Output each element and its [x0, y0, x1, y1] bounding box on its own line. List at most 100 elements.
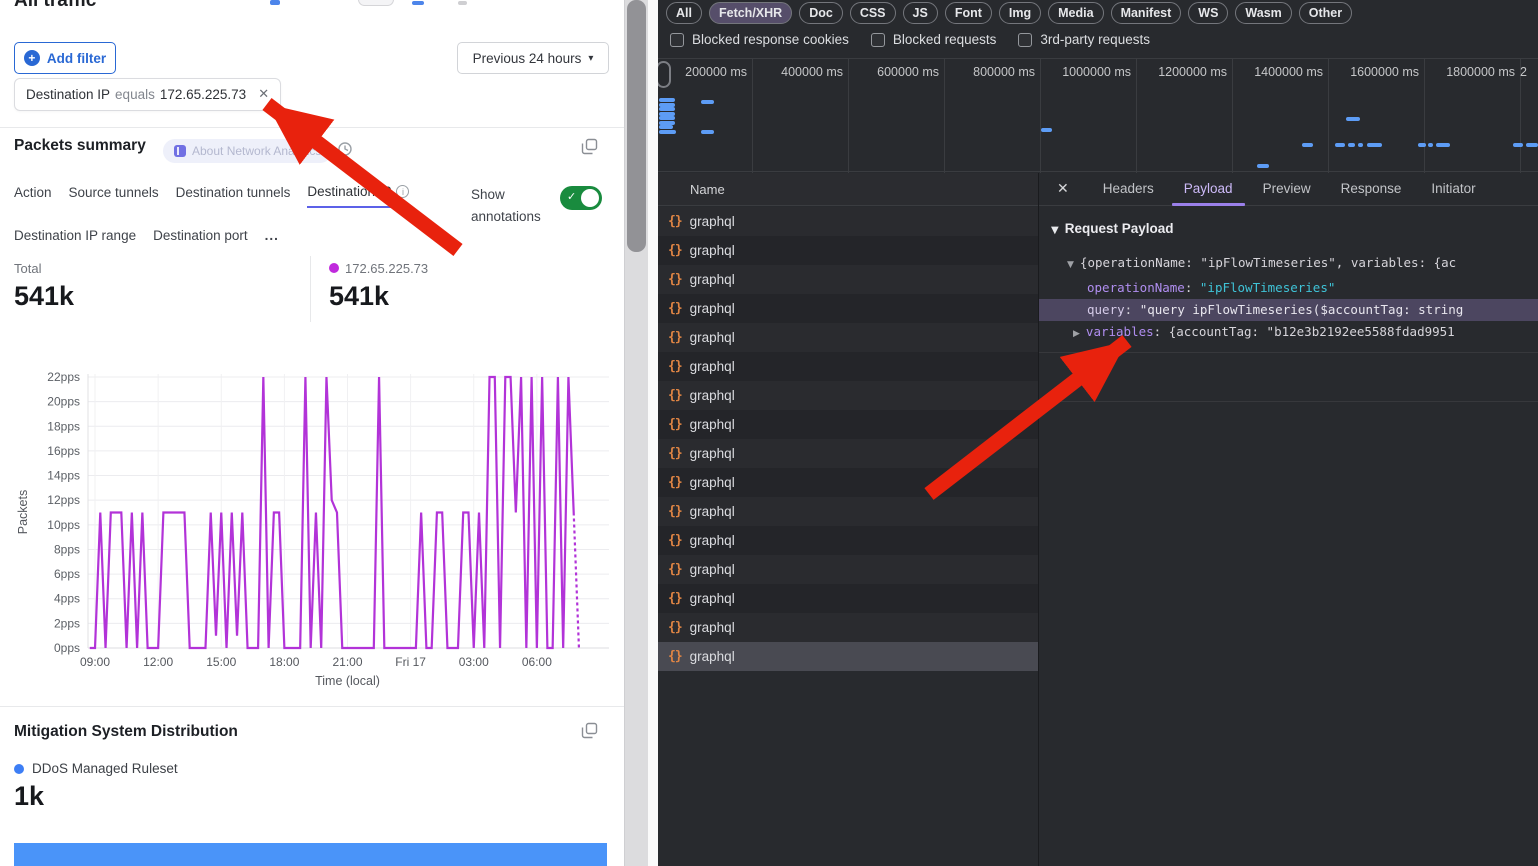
json-braces-icon: {} — [668, 504, 682, 519]
request-row[interactable]: {}graphql — [658, 352, 1038, 381]
tab-label: Source tunnels — [69, 185, 159, 200]
timeline-gridline — [1136, 59, 1137, 173]
expand-icon[interactable]: ▶ — [1073, 329, 1080, 339]
show-annotations-toggle[interactable]: ✓ — [560, 186, 602, 210]
payload-variables-row[interactable]: ▶variables: {accountTag: "b12e3b2192ee55… — [1039, 321, 1538, 345]
svg-text:4pps: 4pps — [54, 592, 80, 606]
packets-tabs-row2: Destination IP range Destination port... — [14, 228, 279, 250]
clipped-header-icon — [458, 1, 467, 5]
request-row[interactable]: {}graphql — [658, 410, 1038, 439]
detail-tab-payload[interactable]: Payload — [1184, 173, 1233, 206]
payload-preview-row[interactable]: ▼{operationName: "ipFlowTimeseries", var… — [1039, 252, 1538, 276]
collapse-icon[interactable]: ▼ — [1067, 260, 1074, 270]
filter-pill-css[interactable]: CSS — [850, 2, 896, 24]
request-row[interactable]: {}graphql — [658, 236, 1038, 265]
copy-icon[interactable] — [581, 138, 598, 155]
waterfall-bar — [1358, 143, 1363, 147]
json-braces-icon: {} — [668, 591, 682, 606]
request-row[interactable]: {}graphql — [658, 584, 1038, 613]
checkbox-3rd-party-requests[interactable]: 3rd-party requests — [1018, 32, 1150, 47]
request-row[interactable]: {}graphql — [658, 323, 1038, 352]
filter-pill-img[interactable]: Img — [999, 2, 1041, 24]
scrollbar-track[interactable] — [624, 0, 648, 866]
request-name: graphql — [690, 446, 735, 461]
filter-pill-wasm[interactable]: Wasm — [1235, 2, 1291, 24]
time-range-dropdown[interactable]: Previous 24 hours ▾ — [457, 42, 609, 74]
tab-destination-ip-range[interactable]: Destination IP range — [14, 228, 136, 250]
checkbox-box[interactable] — [670, 33, 684, 47]
filter-pill-all[interactable]: All — [666, 2, 702, 24]
add-filter-button[interactable]: + Add filter — [14, 42, 116, 74]
waterfall-bar — [659, 107, 675, 111]
payload-string-value: "ipFlowTimeseries" — [1200, 280, 1335, 295]
detail-tab-preview[interactable]: Preview — [1263, 173, 1311, 206]
name-column-header[interactable]: Name — [658, 173, 1038, 206]
filter-chip[interactable]: Destination IP equals 172.65.225.73 ✕ — [14, 78, 281, 111]
about-network-analytics-badge[interactable]: About Network Analytics — [163, 139, 332, 163]
packets-timeseries-chart: 0pps2pps4pps6pps8pps10pps12pps14pps16pps… — [0, 352, 624, 700]
request-row[interactable]: {}graphql — [658, 555, 1038, 584]
request-row[interactable]: {}graphql — [658, 294, 1038, 323]
mitigation-legend: DDoS Managed Ruleset — [32, 761, 178, 776]
payload-operation-row[interactable]: operationName: "ipFlowTimeseries" — [1039, 277, 1538, 299]
filter-pill-doc[interactable]: Doc — [799, 2, 843, 24]
remove-filter-icon[interactable]: ✕ — [258, 87, 269, 102]
filter-pill-fetch-xhr[interactable]: Fetch/XHR — [709, 2, 792, 24]
filter-pill-font[interactable]: Font — [945, 2, 992, 24]
copy-icon[interactable] — [581, 722, 598, 739]
close-icon[interactable]: ✕ — [1057, 181, 1069, 197]
more-tabs-button[interactable]: ... — [265, 228, 279, 250]
checkbox-blocked-requests[interactable]: Blocked requests — [871, 32, 997, 47]
tab-destination-ip[interactable]: Destination IPi — [307, 184, 409, 208]
network-overview-timeline[interactable]: 200000 ms400000 ms600000 ms800000 ms1000… — [658, 58, 1538, 172]
waterfall-bar — [701, 130, 714, 134]
timeline-tick-label: 200000 ms — [659, 65, 747, 79]
detail-tab-headers[interactable]: Headers — [1103, 173, 1154, 206]
request-row[interactable]: {}graphql — [658, 265, 1038, 294]
payload-query-row[interactable]: query: "query ipFlowTimeseries($accountT… — [1039, 299, 1538, 321]
request-row[interactable]: {}graphql — [658, 642, 1038, 671]
request-row[interactable]: {}graphql — [658, 468, 1038, 497]
svg-text:2pps: 2pps — [54, 616, 80, 630]
svg-text:6pps: 6pps — [54, 567, 80, 581]
svg-text:12:00: 12:00 — [143, 655, 173, 669]
svg-text:Fri 17: Fri 17 — [395, 655, 426, 669]
checkbox-blocked-response-cookies[interactable]: Blocked response cookies — [670, 32, 849, 47]
request-name: graphql — [690, 533, 735, 548]
json-braces-icon: {} — [668, 620, 682, 635]
svg-text:21:00: 21:00 — [332, 655, 362, 669]
plus-icon: + — [24, 50, 40, 66]
waterfall-bar — [659, 125, 673, 129]
tab-destination-tunnels[interactable]: Destination tunnels — [176, 184, 291, 208]
svg-text:Packets: Packets — [16, 490, 30, 534]
checkbox-box[interactable] — [871, 33, 885, 47]
tab-source-tunnels[interactable]: Source tunnels — [69, 184, 159, 208]
json-braces-icon: {} — [668, 562, 682, 577]
checkbox-label: 3rd-party requests — [1040, 32, 1150, 47]
waterfall-bar — [1367, 143, 1382, 147]
filter-pill-other[interactable]: Other — [1299, 2, 1352, 24]
request-row[interactable]: {}graphql — [658, 526, 1038, 555]
request-row[interactable]: {}graphql — [658, 497, 1038, 526]
request-name: graphql — [690, 330, 735, 345]
filter-pill-manifest[interactable]: Manifest — [1111, 2, 1182, 24]
divider — [0, 127, 624, 128]
detail-tab-response[interactable]: Response — [1341, 173, 1402, 206]
filter-pill-media[interactable]: Media — [1048, 2, 1103, 24]
collapse-icon[interactable]: ▼ — [1051, 225, 1059, 236]
request-row[interactable]: {}graphql — [658, 381, 1038, 410]
tab-action[interactable]: Action — [14, 184, 52, 208]
checkbox-box[interactable] — [1018, 33, 1032, 47]
payload-key: operationName — [1087, 280, 1185, 295]
tab-label: Destination tunnels — [176, 185, 291, 200]
tab-destination-port[interactable]: Destination port — [153, 228, 248, 250]
request-row[interactable]: {}graphql — [658, 207, 1038, 236]
request-row[interactable]: {}graphql — [658, 613, 1038, 642]
waterfall-bar — [1526, 143, 1538, 147]
filter-pill-js[interactable]: JS — [903, 2, 938, 24]
filter-pill-ws[interactable]: WS — [1188, 2, 1228, 24]
scrollbar-thumb[interactable] — [627, 0, 646, 252]
detail-tab-initiator[interactable]: Initiator — [1431, 173, 1475, 206]
timeline-tick-label: 1800000 ms — [1427, 65, 1515, 79]
request-row[interactable]: {}graphql — [658, 439, 1038, 468]
